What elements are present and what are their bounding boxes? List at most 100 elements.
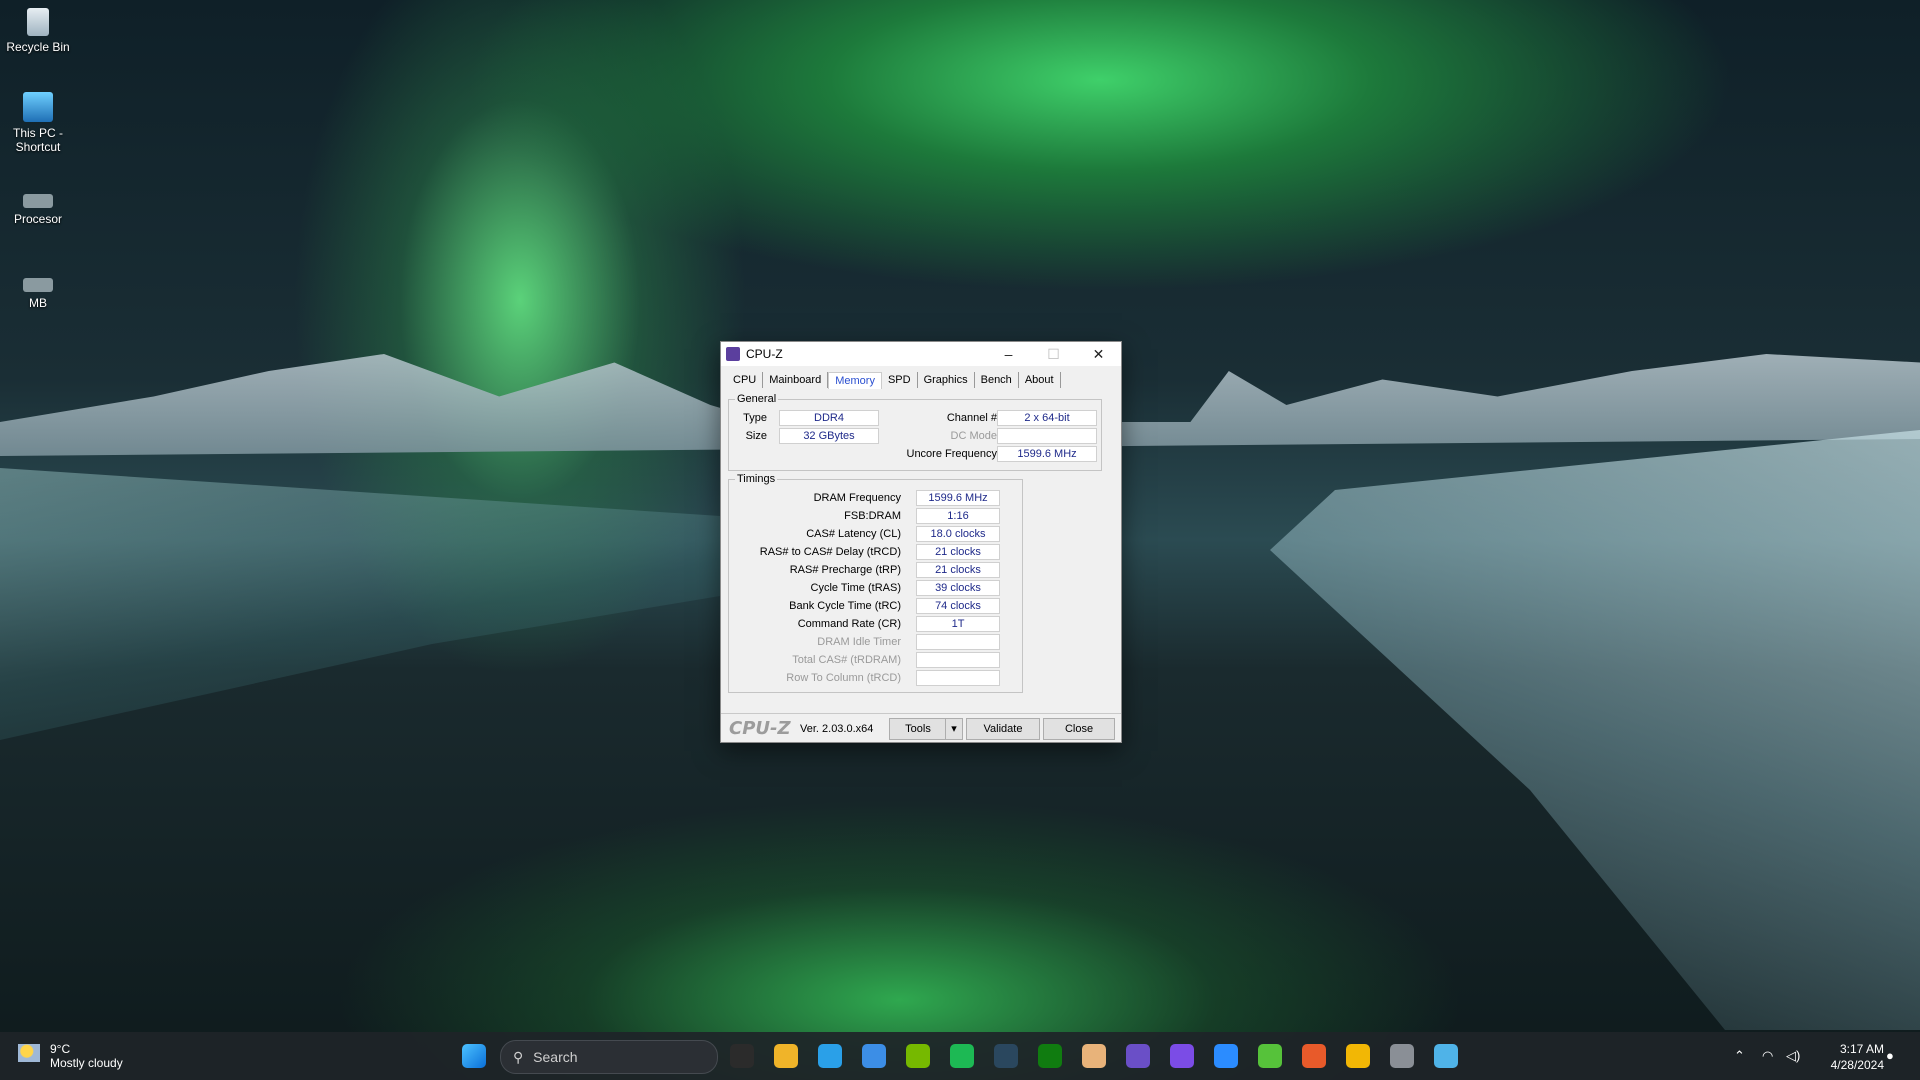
type-value: DDR4 <box>779 410 879 426</box>
bolt-icon[interactable] <box>1214 1044 1238 1068</box>
timing-label: DRAM Frequency <box>813 492 901 504</box>
uncore-frequency-label: Uncore Frequency <box>906 448 998 460</box>
utorrent-icon[interactable] <box>1258 1044 1282 1068</box>
timing-label: Row To Column (tRCD) <box>786 672 901 684</box>
cpu-chip-icon <box>23 194 53 208</box>
cpuz-icon[interactable] <box>1126 1044 1150 1068</box>
tab-strip: CPU Mainboard Memory SPD Graphics Bench … <box>727 372 1061 389</box>
store-icon[interactable] <box>862 1044 886 1068</box>
tab-spd[interactable]: SPD <box>882 372 918 388</box>
windows-start-icon[interactable] <box>462 1044 486 1068</box>
weather-cloud-icon <box>18 1044 40 1062</box>
dc-mode-label: DC Mode <box>950 430 997 442</box>
notification-bell-icon[interactable]: ● <box>1886 1048 1894 1063</box>
desktop-icon-label: Recycle Bin <box>6 40 70 54</box>
timing-value <box>916 652 1000 668</box>
ea-icon[interactable] <box>1302 1044 1326 1068</box>
search-input[interactable]: ⚲ Search <box>500 1040 718 1074</box>
cpuz-logo: CPU-Z <box>729 718 791 739</box>
cpuz-window: CPU-Z – ☐ ✕ CPU Mainboard Memory SPD Gra… <box>720 341 1122 743</box>
settings-icon[interactable] <box>1390 1044 1414 1068</box>
timing-value: 1:16 <box>916 508 1000 524</box>
validate-button[interactable]: Validate <box>966 718 1040 740</box>
timing-label: DRAM Idle Timer <box>817 636 901 648</box>
desktop-icon-procesor[interactable]: Procesor <box>4 186 72 226</box>
wallpaper-snow-left <box>0 468 720 740</box>
minimize-button[interactable]: – <box>986 342 1031 366</box>
desktop-icon-recycle-bin[interactable]: Recycle Bin <box>4 8 72 54</box>
type-label: Type <box>743 412 767 424</box>
search-icon: ⚲ <box>513 1049 524 1065</box>
timing-label: FSB:DRAM <box>844 510 901 522</box>
volume-icon[interactable]: ◁) <box>1786 1048 1800 1064</box>
globe-icon[interactable] <box>1434 1044 1458 1068</box>
desktop-icon-label: MB <box>29 296 47 310</box>
general-group: General Type DDR4 Size 32 GBytes Channel… <box>728 393 1102 471</box>
tools-dropdown-button[interactable]: ▾ <box>945 718 963 740</box>
clock-date: 4/28/2024 <box>1830 1058 1884 1072</box>
steam-icon[interactable] <box>994 1044 1018 1068</box>
close-button[interactable]: Close <box>1043 718 1115 740</box>
size-label: Size <box>745 430 767 442</box>
timing-value: 21 clocks <box>916 562 1000 578</box>
tab-about[interactable]: About <box>1019 372 1061 388</box>
size-value: 32 GBytes <box>779 428 879 444</box>
timing-label: Bank Cycle Time (tRC) <box>789 600 901 612</box>
tab-memory[interactable]: Memory <box>828 372 882 389</box>
cpuz-app-icon <box>726 347 740 361</box>
tab-cpu[interactable]: CPU <box>727 372 764 388</box>
nvidia-icon[interactable] <box>906 1044 930 1068</box>
desktop-icon-label: This PC - Shortcut <box>13 126 64 154</box>
taskbar: 9°C Mostly cloudy ⚲ Search ⌃ ◠ ◁) 3:17 A… <box>0 1032 1920 1080</box>
xbox-icon[interactable] <box>1038 1044 1062 1068</box>
edge-icon[interactable] <box>818 1044 842 1068</box>
channel-label: Channel # <box>946 412 997 424</box>
chrome-icon[interactable] <box>1346 1044 1370 1068</box>
version-text: Ver. 2.03.0.x64 <box>800 723 874 735</box>
timing-value: 1599.6 MHz <box>916 490 1000 506</box>
desktop-icon-label: Procesor <box>13 212 63 226</box>
tab-mainboard[interactable]: Mainboard <box>763 372 829 388</box>
timing-value: 74 clocks <box>916 598 1000 614</box>
tab-bench[interactable]: Bench <box>975 372 1019 388</box>
desktop-icon-this-pc[interactable]: This PC - Shortcut <box>4 92 72 154</box>
recycle-bin-icon <box>27 8 49 36</box>
timings-group: Timings DRAM Frequency 1599.6 MHz FSB:DRAM… <box>728 473 1023 693</box>
window-title: CPU-Z <box>746 347 783 361</box>
weather-description: Mostly cloudy <box>50 1056 123 1070</box>
file-explorer-icon[interactable] <box>774 1044 798 1068</box>
close-window-button[interactable]: ✕ <box>1076 342 1121 366</box>
wifi-icon[interactable]: ◠ <box>1762 1048 1773 1064</box>
clock[interactable]: 3:17 AM 4/28/2024 <box>1831 1041 1884 1073</box>
tab-graphics[interactable]: Graphics <box>918 372 975 388</box>
timing-value: 18.0 clocks <box>916 526 1000 542</box>
hwinfo-icon[interactable] <box>1082 1044 1106 1068</box>
channel-value: 2 x 64-bit <box>997 410 1097 426</box>
maximize-button: ☐ <box>1047 346 1060 362</box>
timing-value: 39 clocks <box>916 580 1000 596</box>
weather-widget[interactable]: 9°C Mostly cloudy <box>18 1042 123 1070</box>
timing-value <box>916 670 1000 686</box>
motherboard-icon <box>23 278 53 292</box>
computer-icon <box>23 92 53 122</box>
epic-games-icon[interactable] <box>730 1044 754 1068</box>
visual-studio-icon[interactable] <box>1170 1044 1194 1068</box>
footer-bar: CPU-Z Ver. 2.03.0.x64 Tools ▾ Validate C… <box>721 713 1121 742</box>
timing-label: Cycle Time (tRAS) <box>810 582 901 594</box>
general-group-label: General <box>735 393 779 405</box>
search-placeholder: Search <box>533 1049 578 1065</box>
show-hidden-icons-chevron-icon[interactable]: ⌃ <box>1734 1048 1745 1064</box>
wallpaper-snow-right <box>1270 430 1920 1030</box>
weather-temp: 9°C <box>50 1042 71 1056</box>
uncore-frequency-value: 1599.6 MHz <box>997 446 1097 462</box>
timing-value: 21 clocks <box>916 544 1000 560</box>
spotify-like-icon[interactable] <box>950 1044 974 1068</box>
timings-group-label: Timings <box>735 473 778 485</box>
tools-button[interactable]: Tools <box>889 718 947 740</box>
timing-label: CAS# Latency (CL) <box>806 528 901 540</box>
desktop-icon-mb[interactable]: MB <box>4 270 72 310</box>
title-bar[interactable]: CPU-Z – ☐ ✕ <box>721 342 1121 366</box>
timing-value: 1T <box>916 616 1000 632</box>
timing-label: RAS# to CAS# Delay (tRCD) <box>759 546 901 558</box>
dc-mode-value <box>997 428 1097 444</box>
